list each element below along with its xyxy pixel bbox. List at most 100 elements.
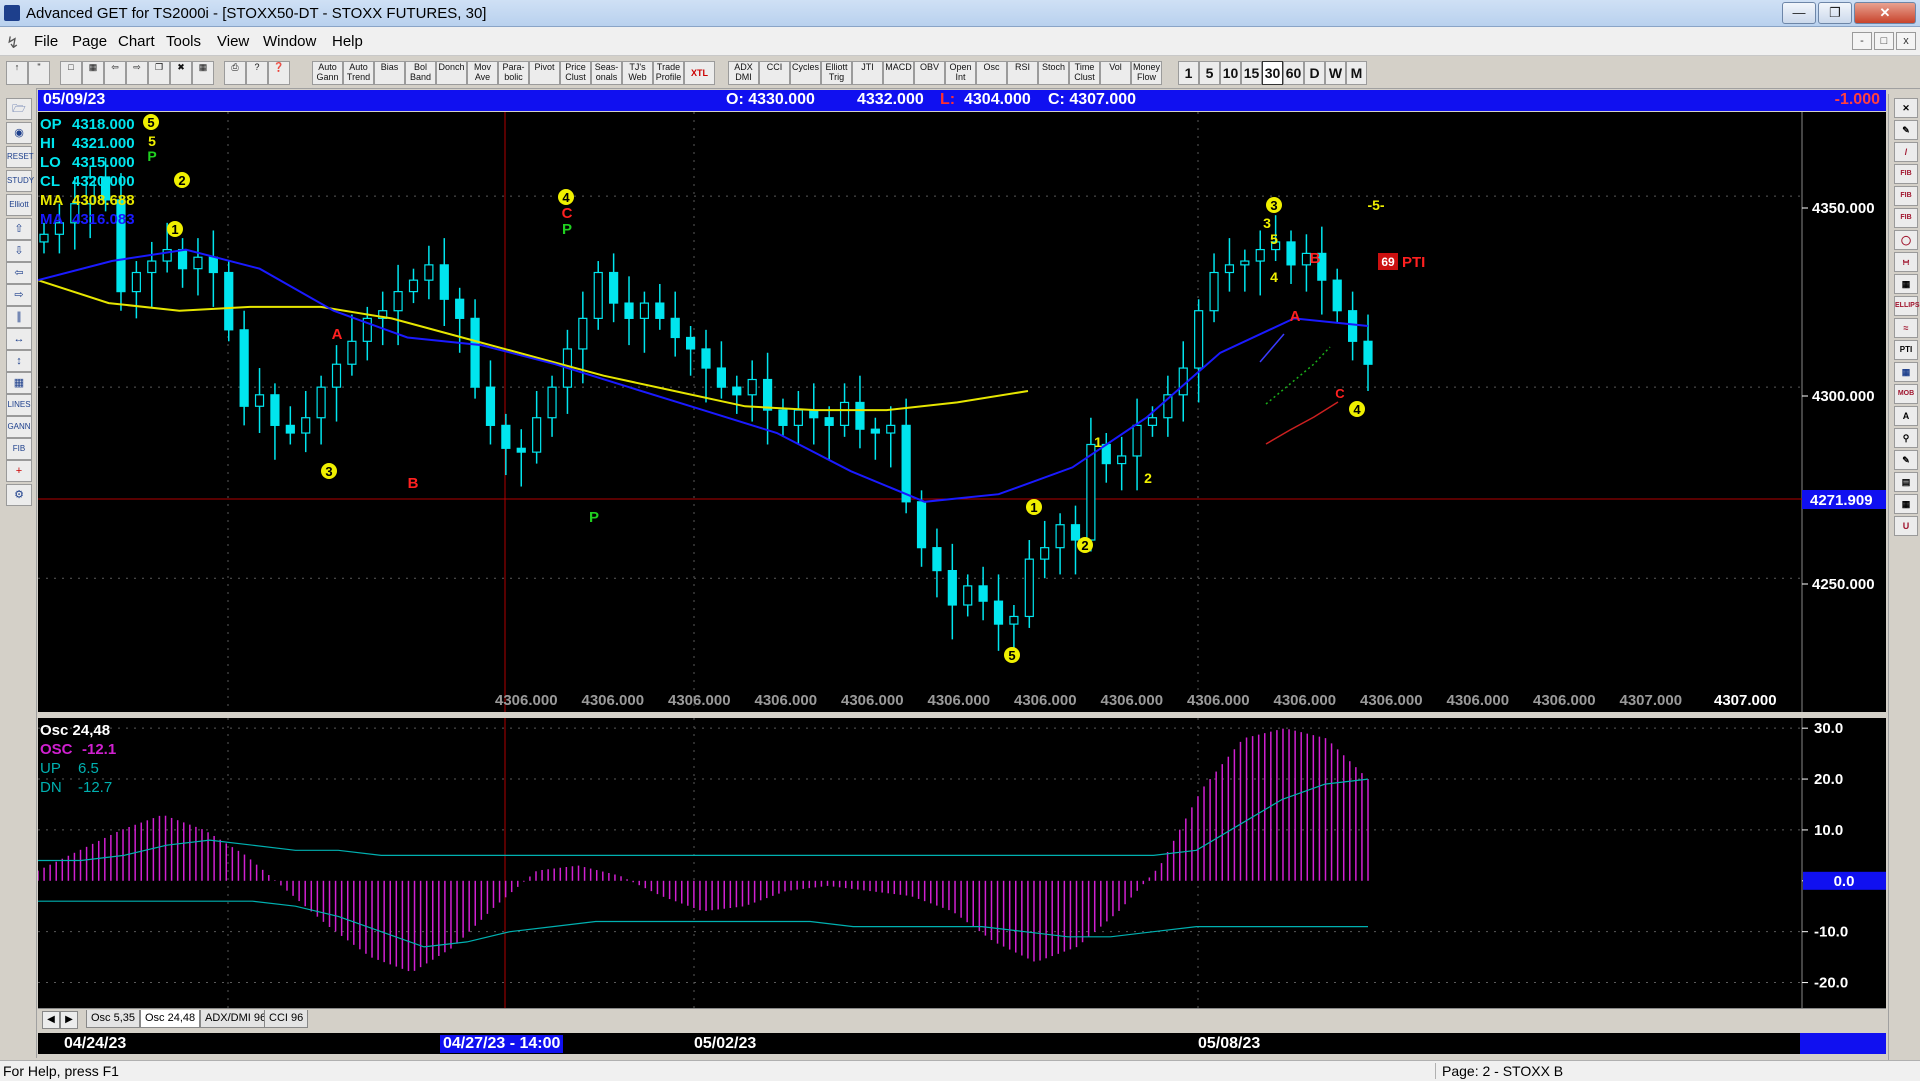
study-button[interactable]: Elliott Trig — [821, 61, 852, 85]
study-button[interactable]: Osc — [976, 61, 1007, 85]
price-chart[interactable]: 55P21A3B4CPP512123354ABC4-5-69 PTI 4350.0… — [37, 112, 1886, 712]
bars-icon[interactable]: ∥ — [6, 306, 32, 328]
fib-ret-icon[interactable]: FIB RET — [1894, 164, 1918, 195]
study-button[interactable]: JTI — [852, 61, 883, 85]
study-button[interactable]: Auto Gann — [312, 61, 343, 85]
zoom-icon[interactable]: ⚲ — [1894, 428, 1918, 448]
arrow-up-icon[interactable]: ⇧ — [6, 218, 32, 240]
tab-cci-96[interactable]: CCI 96 — [264, 1010, 309, 1028]
mob-icon[interactable]: MOB — [1894, 384, 1918, 404]
arrow-left-icon[interactable]: ⇦ — [6, 262, 32, 284]
study-button[interactable]: XTL — [684, 61, 715, 85]
fib-time-icon[interactable]: FIB TIME — [1894, 208, 1918, 239]
period-d[interactable]: D — [1304, 61, 1325, 85]
arrow-right-icon[interactable]: ⇨ — [6, 284, 32, 306]
table-tool-icon[interactable]: ▦ — [1894, 494, 1918, 514]
new-page-icon[interactable]: □ — [60, 61, 82, 85]
study-button[interactable]: CCI — [759, 61, 790, 85]
tab-osc-24-48[interactable]: Osc 24,48 — [140, 1010, 201, 1028]
text-tool-icon[interactable]: A — [1894, 406, 1918, 426]
doc-restore-button[interactable]: □ — [1874, 32, 1894, 50]
menu-file[interactable]: File — [34, 33, 58, 50]
close-tool-icon[interactable]: ✕ — [1894, 98, 1918, 118]
context-help-icon[interactable]: ❓ — [268, 61, 290, 85]
print-icon[interactable]: ⎙ — [224, 61, 246, 85]
tab-prev-icon[interactable]: ◀ — [42, 1011, 60, 1029]
layers-icon[interactable]: ▤ — [1894, 472, 1918, 492]
study-button[interactable]: Bol Band — [405, 61, 436, 85]
arrow-down-icon[interactable]: ⇩ — [6, 240, 32, 262]
study-button[interactable]: Auto Trend — [343, 61, 374, 85]
study-button[interactable]: Stoch — [1038, 61, 1069, 85]
study-button[interactable]: ADX DMI — [728, 61, 759, 85]
marker-icon[interactable]: ✎ — [1894, 450, 1918, 470]
period-1[interactable]: 1 — [1178, 61, 1199, 85]
tab-osc-5-35[interactable]: Osc 5,35 — [86, 1010, 141, 1028]
menu-help[interactable]: Help — [332, 33, 363, 50]
question-icon[interactable]: ? — [246, 61, 268, 85]
trendline-icon[interactable]: / — [1894, 142, 1918, 162]
menu-view[interactable]: View — [217, 33, 249, 50]
pointer-tool-icon[interactable]: ↑ — [6, 61, 28, 85]
elliott-icon[interactable]: Elliott — [6, 194, 32, 216]
forward-icon[interactable]: ⇨ — [126, 61, 148, 85]
period-10[interactable]: 10 — [1220, 61, 1241, 85]
fan-icon[interactable]: ∺ — [1894, 252, 1918, 272]
fib-ext-icon[interactable]: FIB EXT — [1894, 186, 1918, 217]
price-chart-panel[interactable]: 5 5 P 2 1 A 3 B 4 C P P 5 1 2 1 2 3 3 5 4 A B C 4 -5- 69 PTI 4350.0… — [37, 112, 1886, 712]
pti-icon[interactable]: PTI — [1894, 340, 1918, 360]
box-icon[interactable]: ▦ — [1894, 362, 1918, 382]
expand-icon[interactable]: ↕ — [6, 350, 32, 372]
period-m[interactable]: M — [1346, 61, 1367, 85]
doc-icon[interactable]: ↯ — [6, 33, 19, 53]
study-button[interactable]: Pivot — [529, 61, 560, 85]
lines-icon[interactable]: LINES — [6, 394, 32, 416]
period-30[interactable]: 30 — [1262, 61, 1283, 85]
study-button[interactable]: Time Clust — [1069, 61, 1100, 85]
tab-adx-dmi-96[interactable]: ADX/DMI 96 — [200, 1010, 272, 1028]
open-folder-icon[interactable]: 🗁 — [6, 98, 32, 120]
doc-minimize-button[interactable]: - — [1852, 32, 1872, 50]
study-button[interactable]: OBV — [914, 61, 945, 85]
grid-icon[interactable]: ▦ — [192, 61, 214, 85]
compress-icon[interactable]: ↔ — [6, 328, 32, 350]
period-15[interactable]: 15 — [1241, 61, 1262, 85]
pencil-icon[interactable]: ✎ — [1894, 120, 1918, 140]
period-5[interactable]: 5 — [1199, 61, 1220, 85]
tab-next-icon[interactable]: ▶ — [60, 1011, 78, 1029]
oscillator-panel[interactable]: Osc 24,48 OSC -12.1 UP 6.5 DN -12.7 30.0… — [37, 718, 1886, 1008]
close-button[interactable]: ✕ — [1854, 2, 1916, 24]
menu-chart[interactable]: Chart — [118, 33, 155, 50]
maximize-button[interactable]: ❐ — [1818, 2, 1852, 24]
open-page-icon[interactable]: ▦ — [82, 61, 104, 85]
study-button[interactable]: Price Clust — [560, 61, 591, 85]
crosshair-icon[interactable]: + — [6, 460, 32, 482]
ellipse-icon[interactable]: ELLIPS — [1894, 296, 1920, 316]
study-icon[interactable]: STUDY — [6, 170, 34, 192]
doc-close-button[interactable]: x — [1896, 32, 1916, 50]
circle-icon[interactable]: ◯ — [1894, 230, 1918, 250]
study-button[interactable]: Cycles — [790, 61, 821, 85]
channel-icon[interactable]: ≈ — [1894, 318, 1918, 338]
minimize-button[interactable]: — — [1782, 2, 1816, 24]
menu-page[interactable]: Page — [72, 33, 107, 50]
settings-icon[interactable]: ⚙ — [6, 484, 32, 506]
menu-tools[interactable]: Tools — [166, 33, 201, 50]
table-icon[interactable]: ▦ — [6, 372, 32, 394]
study-button[interactable]: Mov Ave — [467, 61, 498, 85]
study-button[interactable]: Bias — [374, 61, 405, 85]
grid-box-icon[interactable]: ▦ — [1894, 274, 1918, 294]
reset-icon[interactable]: RESET — [6, 146, 34, 168]
study-button[interactable]: Open Int — [945, 61, 976, 85]
study-button[interactable]: Trade Profile — [653, 61, 684, 85]
quote-tool-icon[interactable]: " — [28, 61, 50, 85]
study-button[interactable]: Donch — [436, 61, 467, 85]
study-button[interactable]: RSI — [1007, 61, 1038, 85]
magnet-icon[interactable]: U — [1894, 516, 1918, 536]
binoculars-icon[interactable]: ◉ — [6, 122, 32, 144]
gann-icon[interactable]: GANN — [6, 416, 32, 438]
back-icon[interactable]: ⇦ — [104, 61, 126, 85]
period-60[interactable]: 60 — [1283, 61, 1304, 85]
delete-icon[interactable]: ✖ — [170, 61, 192, 85]
oscillator-chart[interactable]: Osc 24,48 OSC -12.1 UP 6.5 DN -12.7 30.0… — [37, 718, 1886, 1008]
